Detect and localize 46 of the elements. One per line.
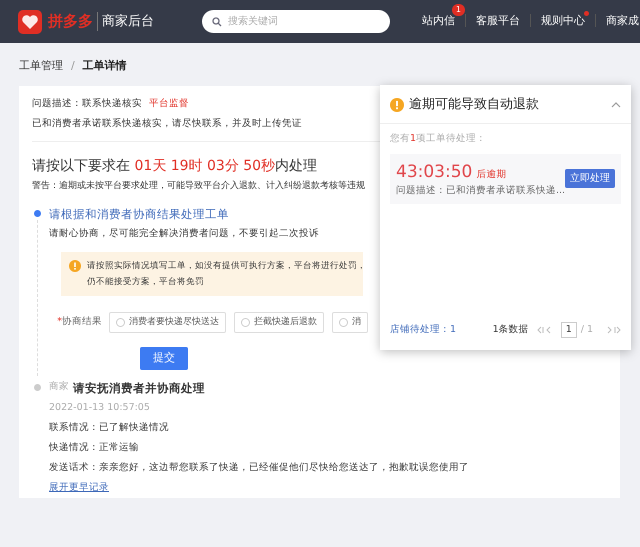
app-title: 商家后台	[97, 12, 154, 32]
radio-option[interactable]: 拦截快递后退款	[234, 312, 324, 333]
search-field[interactable]: 搜索关键词	[202, 10, 390, 33]
search-icon	[212, 17, 222, 27]
issue-tag: 平台监督	[149, 98, 190, 108]
submit-button[interactable]: 提交	[140, 347, 188, 370]
record-line: 快递情况：正常运输	[49, 440, 139, 454]
record-line: 发送话术：亲亲您好，这边帮您联系了快递，已经催促他们尽快给您送达了，抱歉耽误您使用了	[49, 460, 469, 474]
brand-name: 拼多多	[48, 11, 93, 32]
issue-note: 已和消费者承诺联系快递核实，请尽快联系，并及时上传凭证	[32, 116, 302, 130]
breadcrumb-item[interactable]: 工单管理	[19, 58, 63, 74]
overdue-label: 后逾期	[476, 168, 506, 182]
logo-icon[interactable]	[18, 10, 42, 34]
issue-description: 问题描述：联系快递核实	[32, 98, 142, 108]
expand-link[interactable]: 展开更早记录	[49, 478, 109, 498]
role-label: 商家	[49, 380, 69, 394]
popup-title: 逾期可能导致自动退款	[409, 96, 539, 114]
radio-option[interactable]: 消	[332, 312, 368, 333]
collapse-icon[interactable]	[611, 102, 621, 108]
field-label: *协商结果	[56, 315, 103, 330]
nav-link[interactable]: 站内信	[412, 14, 465, 28]
record-line: 联系情况：已了解快递情况	[49, 420, 169, 434]
process-button[interactable]: 立即处理	[565, 169, 616, 188]
page-total: / 1	[580, 322, 593, 337]
deadline-heading: 请按以下要求在 01天 19时 03分 50秒内处理	[32, 156, 318, 176]
alert-text: 请按照实际情况填写工单，如没有提供可执行方案，平台将进行处罚，	[87, 260, 366, 272]
step-title: 请安抚消费者并协商处理	[73, 380, 205, 396]
step-hint: 请耐心协商，尽可能完全解决消费者问题，不要引起二次投诉	[49, 226, 319, 240]
timestamp: 2022-01-13 10:57:05	[49, 400, 150, 414]
countdown: 43:03:50	[396, 160, 472, 184]
step-title: 请根据和消费者协商结果处理工单	[49, 206, 229, 222]
page-input[interactable]: 1	[560, 322, 577, 338]
nav-link[interactable]: 客服平台	[465, 14, 530, 28]
alert-text: 仍不能接受方案，平台将免罚	[87, 276, 204, 288]
total-count: 1条数据	[492, 322, 529, 337]
pending-count: 店铺待处理：1	[390, 322, 456, 337]
badge-count: 1	[452, 4, 465, 16]
item-description: 问题描述：已和消费者承诺联系快递...	[396, 184, 566, 198]
breadcrumb-item: 工单详情	[82, 58, 127, 74]
breadcrumb-separator: /	[71, 58, 75, 74]
warning-text: 警告：逾期或未按平台要求处理，可能导致平台介入退款、计入纠纷退款考核等违规	[32, 180, 365, 192]
warning-icon	[69, 260, 81, 272]
radio-option[interactable]: 消费者要快递尽快送达	[109, 312, 226, 333]
pending-summary: 您有1项工单待处理：	[390, 132, 488, 146]
warning-icon	[390, 98, 404, 112]
nav-link[interactable]: 商家成	[595, 14, 640, 28]
